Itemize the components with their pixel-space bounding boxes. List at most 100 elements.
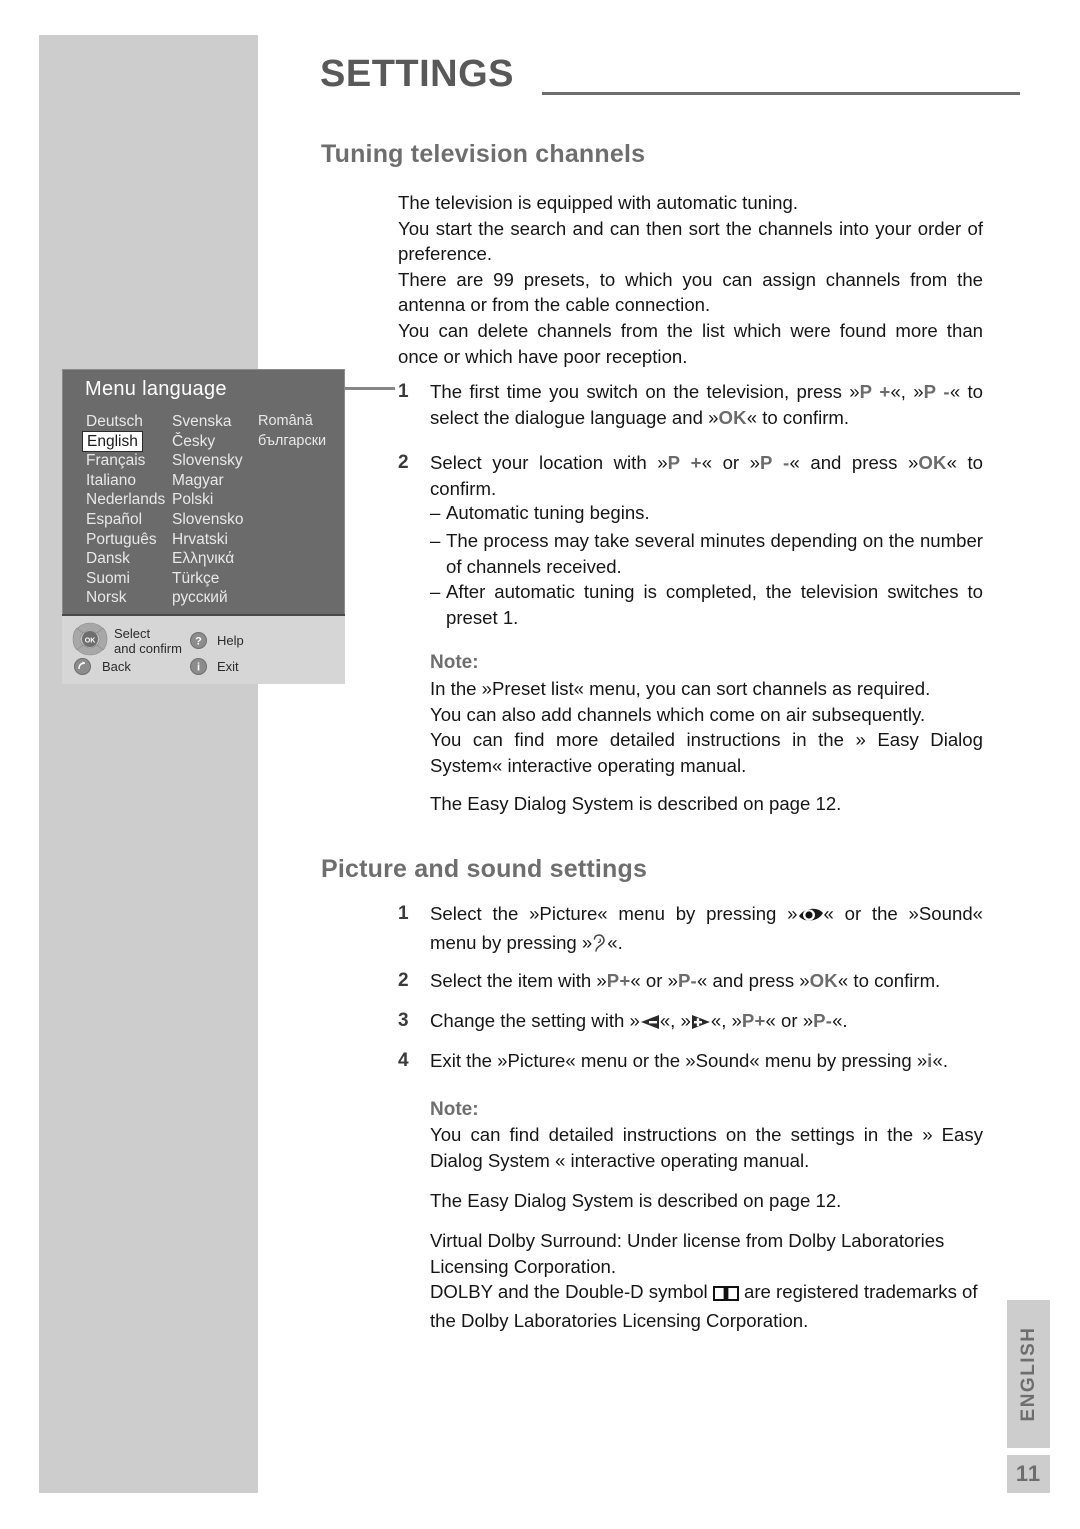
step-number: 1 — [398, 903, 409, 924]
picture-eds-reference: The Easy Dialog System is described on p… — [430, 1190, 842, 1211]
dpad-ok-icon: OK — [72, 622, 108, 661]
osd-language-item[interactable]: русский — [170, 588, 250, 608]
step-text: The first time you switch on the televis… — [430, 381, 983, 428]
osd-legend-select: Select and confirm — [114, 626, 182, 656]
osd-footer-legend: OK Select and confirm Back ? Help i Exit — [62, 614, 345, 684]
osd-language-column-3: Română български — [256, 412, 346, 451]
intro-line-2: You start the search and can then sort t… — [398, 217, 983, 265]
key-label: P+ — [606, 970, 631, 991]
key-label: OK — [809, 970, 838, 991]
intro-line-1: The television is equipped with automati… — [398, 192, 799, 213]
exit-info-button-icon: i — [190, 658, 207, 680]
key-label: P- — [813, 1010, 833, 1031]
osd-language-item[interactable]: Česky — [170, 432, 250, 452]
osd-language-item[interactable]: Slovensko — [170, 510, 250, 530]
tuning-substep-2: – The process may take several minutes d… — [430, 528, 983, 579]
tuning-step-1: 1 The first time you switch on the telev… — [398, 379, 983, 430]
tuning-note-label: Note: — [430, 652, 479, 673]
key-label: P - — [923, 381, 950, 402]
osd-language-item[interactable]: Magyar — [170, 471, 250, 491]
help-button-icon: ? — [190, 632, 207, 654]
back-button-icon — [74, 658, 91, 680]
step-number: 2 — [398, 970, 409, 991]
osd-language-item[interactable]: Suomi — [84, 569, 164, 589]
osd-language-item[interactable]: Svenska — [170, 412, 250, 432]
header-rule — [542, 92, 1020, 95]
step-text: Select the »Picture« menu by pressing » «… — [430, 901, 983, 958]
substep-text: Automatic tuning begins. — [446, 502, 650, 523]
picture-note-body: You can find detailed instructions on th… — [430, 1122, 983, 1173]
manual-page: SETTINGS Tuning television channels The … — [0, 0, 1080, 1529]
heading-picture-and-sound-settings: Picture and sound settings — [321, 855, 648, 883]
key-label: P + — [859, 381, 891, 402]
osd-language-item[interactable]: Italiano — [84, 471, 164, 491]
intro-line-4: You can delete channels from the list wh… — [398, 319, 983, 367]
note-line-2: You can also add channels which come on … — [430, 703, 926, 725]
note-line-1: In the »Preset list« menu, you can sort … — [430, 678, 931, 699]
key-label: P - — [760, 452, 790, 473]
osd-language-item[interactable]: български — [256, 432, 346, 452]
step-text: Select the item with »P+« or »P-« and pr… — [430, 970, 941, 991]
osd-language-item[interactable]: Dansk — [84, 549, 164, 569]
osd-title: Menu language — [85, 378, 227, 400]
intro-line-3: There are 99 presets, to which you can a… — [398, 268, 983, 316]
osd-language-item[interactable]: Türkçe — [170, 569, 250, 589]
osd-language-item[interactable]: Polski — [170, 490, 250, 510]
language-edge-tab: ENGLISH — [1007, 1300, 1050, 1448]
osd-legend-select-line2: and confirm — [114, 641, 182, 656]
svg-text:i: i — [197, 662, 200, 674]
dolby-line-1: Virtual Dolby Surround: Under license fr… — [430, 1230, 945, 1277]
osd-language-item[interactable]: English — [83, 431, 164, 452]
picture-note-label: Note: — [430, 1099, 479, 1120]
osd-language-item[interactable]: Hrvatski — [170, 530, 250, 550]
page-header: SETTINGS — [320, 52, 1020, 104]
page-number-box: 11 — [1007, 1455, 1050, 1493]
page-number: 11 — [1015, 1461, 1042, 1486]
step-number: 1 — [398, 381, 409, 402]
dolby-line-2: DOLBY and the Double-D symbol are regist… — [430, 1281, 978, 1331]
language-edge-tab-label: ENGLISH — [1017, 1326, 1039, 1422]
picture-step-4: 4 Exit the »Picture« menu or the »Sound«… — [398, 1048, 983, 1074]
substep-text: After automatic tuning is completed, the… — [446, 581, 983, 628]
note-line-1: You can find detailed instructions on th… — [430, 1124, 983, 1171]
step-text: Change the setting with » «, » «, »P+« or … — [430, 1008, 983, 1037]
arrow-left-minus-icon — [640, 1011, 660, 1037]
osd-menu-language-dialog: Menu language Deutsch English Français Ital… — [62, 369, 345, 684]
key-label: P + — [667, 452, 702, 473]
osd-language-item[interactable]: Português — [84, 530, 164, 550]
step-text: Exit the »Picture« menu or the »Sound« m… — [430, 1050, 949, 1071]
left-decorative-band — [39, 35, 258, 1493]
tuning-substep-1: – Automatic tuning begins. — [430, 500, 983, 526]
tuning-intro-paragraph: The television is equipped with automati… — [398, 190, 983, 369]
tuning-step-2: 2 Select your location with »P +« or »P … — [398, 450, 983, 501]
osd-language-item[interactable]: Ελληνικά — [170, 549, 250, 569]
osd-language-item[interactable]: Norsk — [84, 588, 164, 608]
picture-step-1: 1 Select the »Picture« menu by pressing … — [398, 901, 983, 958]
osd-language-item-selected[interactable]: English — [83, 431, 142, 452]
dash-glyph: – — [430, 502, 441, 523]
dolby-double-d-icon — [712, 1282, 740, 1308]
osd-language-column-2: Svenska Česky Slovensky Magyar Polski Slovens… — [170, 412, 250, 608]
osd-legend-help: Help — [217, 633, 244, 648]
page-title: SETTINGS — [320, 53, 515, 95]
eye-icon — [798, 904, 824, 930]
osd-language-item[interactable]: Slovensky — [170, 451, 250, 471]
osd-language-item[interactable]: Română — [256, 412, 346, 432]
dolby-legal-paragraph: Virtual Dolby Surround: Under license fr… — [430, 1228, 983, 1333]
osd-language-item[interactable]: Español — [84, 510, 164, 530]
picture-step-3: 3 Change the setting with » «, » «, »P+« o… — [398, 1008, 983, 1037]
osd-language-item[interactable]: Nederlands — [84, 490, 165, 510]
svg-text:?: ? — [195, 636, 202, 648]
substep-text: The process may take several minutes dep… — [446, 530, 983, 577]
note-line-3: You can find more detailed instructions … — [430, 729, 983, 776]
step-number: 4 — [398, 1050, 409, 1071]
key-label: P- — [677, 970, 697, 991]
osd-language-item[interactable]: Français — [84, 451, 164, 471]
step-number: 3 — [398, 1010, 409, 1031]
key-label: OK — [918, 452, 947, 473]
osd-language-item[interactable]: Deutsch — [84, 412, 164, 432]
tuning-note-body: In the »Preset list« menu, you can sort … — [430, 676, 983, 778]
step-number: 2 — [398, 452, 409, 473]
svg-text:OK: OK — [85, 638, 96, 645]
ear-icon — [592, 933, 607, 959]
